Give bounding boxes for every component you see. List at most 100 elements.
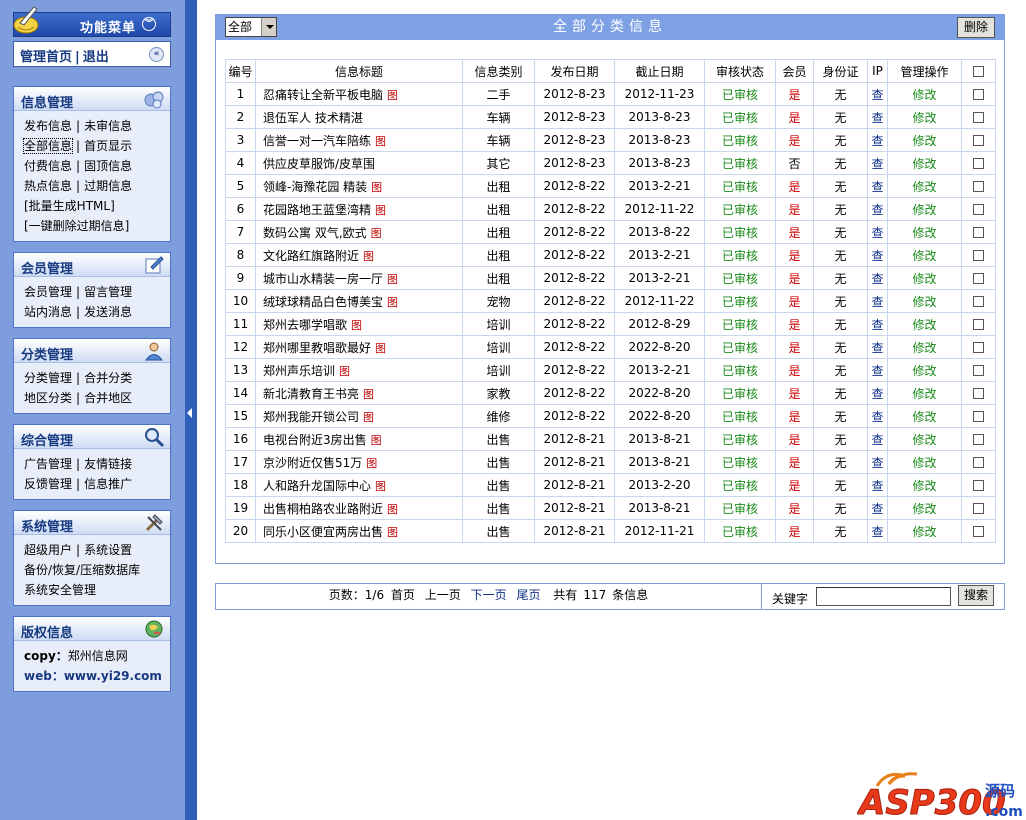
edit-link[interactable]: 修改: [912, 456, 936, 470]
row-checkbox[interactable]: [973, 250, 984, 261]
row-title-link[interactable]: 信誉一对一汽车陪练: [263, 134, 371, 148]
row-checkbox[interactable]: [973, 526, 984, 537]
backup-restore-link[interactable]: 备份/恢复/压缩数据库: [24, 563, 140, 577]
row-review-status[interactable]: 已审核: [722, 387, 758, 401]
row-member[interactable]: 是: [788, 226, 800, 240]
row-member[interactable]: 是: [788, 88, 800, 102]
send-message-link[interactable]: 发送消息: [84, 305, 132, 319]
row-member[interactable]: 是: [788, 341, 800, 355]
row-checkbox[interactable]: [973, 411, 984, 422]
row-member[interactable]: 是: [788, 203, 800, 217]
row-review-status[interactable]: 已审核: [722, 272, 758, 286]
ad-management-link[interactable]: 广告管理: [24, 457, 72, 471]
first-page-link[interactable]: 首页: [391, 588, 415, 602]
row-title-link[interactable]: 郑州哪里教唱歌最好: [263, 341, 371, 355]
row-review-status[interactable]: 已审核: [722, 134, 758, 148]
prev-page-link[interactable]: 上一页: [425, 588, 461, 602]
row-review-status[interactable]: 已审核: [722, 456, 758, 470]
view-ip-link[interactable]: 查: [871, 433, 883, 447]
row-review-status[interactable]: 已审核: [722, 364, 758, 378]
row-title-link[interactable]: 数码公寓 双气,欧式: [263, 226, 367, 240]
region-category-link[interactable]: 地区分类: [24, 391, 72, 405]
sidebar-toggle-bar[interactable]: [185, 0, 197, 820]
row-member[interactable]: 是: [788, 433, 800, 447]
row-title-link[interactable]: 领峰-海豫花园 精装: [263, 180, 367, 194]
row-title-link[interactable]: 新北清教育王书亮: [263, 387, 359, 401]
view-ip-link[interactable]: 查: [871, 387, 883, 401]
image-marker[interactable]: 图: [387, 526, 398, 539]
view-ip-link[interactable]: 查: [871, 88, 883, 102]
publish-info-link[interactable]: 发布信息: [24, 119, 72, 133]
row-checkbox[interactable]: [973, 319, 984, 330]
category-management-link[interactable]: 分类管理: [24, 371, 72, 385]
row-checkbox[interactable]: [973, 158, 984, 169]
image-marker[interactable]: 图: [387, 503, 398, 516]
image-marker[interactable]: 图: [387, 296, 398, 309]
edit-link[interactable]: 修改: [912, 433, 936, 447]
row-checkbox[interactable]: [973, 204, 984, 215]
row-checkbox[interactable]: [973, 388, 984, 399]
row-review-status[interactable]: 已审核: [722, 502, 758, 516]
view-ip-link[interactable]: 查: [871, 134, 883, 148]
system-security-link[interactable]: 系统安全管理: [24, 583, 96, 597]
view-ip-link[interactable]: 查: [871, 364, 883, 378]
row-review-status[interactable]: 已审核: [722, 111, 758, 125]
last-page-link[interactable]: 尾页: [516, 588, 540, 602]
row-title-link[interactable]: 同乐小区便宜两房出售: [263, 525, 383, 539]
row-member[interactable]: 是: [788, 249, 800, 263]
row-checkbox[interactable]: [973, 273, 984, 284]
row-review-status[interactable]: 已审核: [722, 525, 758, 539]
edit-link[interactable]: 修改: [912, 318, 936, 332]
view-ip-link[interactable]: 查: [871, 525, 883, 539]
feedback-management-link[interactable]: 反馈管理: [24, 477, 72, 491]
edit-link[interactable]: 修改: [912, 387, 936, 401]
image-marker[interactable]: 图: [375, 480, 386, 493]
admin-home-link[interactable]: 管理首页: [20, 50, 72, 65]
row-title-link[interactable]: 郑州我能开锁公司: [263, 410, 359, 424]
delete-button[interactable]: 删除: [957, 17, 995, 38]
delete-expired-link[interactable]: [一键删除过期信息]: [24, 219, 129, 233]
row-title-link[interactable]: 城市山水精装一房一厅: [263, 272, 383, 286]
row-checkbox[interactable]: [973, 227, 984, 238]
image-marker[interactable]: 图: [371, 227, 382, 240]
collapse-left-icon[interactable]: «: [149, 47, 164, 62]
view-ip-link[interactable]: 查: [871, 479, 883, 493]
view-ip-link[interactable]: 查: [871, 456, 883, 470]
image-marker[interactable]: 图: [375, 342, 386, 355]
hot-info-link[interactable]: 热点信息: [24, 179, 72, 193]
row-checkbox[interactable]: [973, 457, 984, 468]
row-review-status[interactable]: 已审核: [722, 249, 758, 263]
row-title-link[interactable]: 供应皮草服饰/皮草围: [263, 157, 375, 171]
edit-link[interactable]: 修改: [912, 157, 936, 171]
row-member[interactable]: 是: [788, 134, 800, 148]
image-marker[interactable]: 图: [387, 89, 398, 102]
image-marker[interactable]: 图: [366, 457, 377, 470]
edit-link[interactable]: 修改: [912, 364, 936, 378]
image-marker[interactable]: 图: [387, 273, 398, 286]
view-ip-link[interactable]: 查: [871, 410, 883, 424]
batch-generate-html-link[interactable]: [批量生成HTML]: [24, 199, 115, 213]
row-review-status[interactable]: 已审核: [722, 203, 758, 217]
row-checkbox[interactable]: [973, 342, 984, 353]
row-title-link[interactable]: 人和路升龙国际中心: [263, 479, 371, 493]
system-settings-link[interactable]: 系统设置: [84, 543, 132, 557]
category-filter-select[interactable]: 全部: [225, 17, 277, 37]
edit-link[interactable]: 修改: [912, 502, 936, 516]
edit-link[interactable]: 修改: [912, 226, 936, 240]
row-checkbox[interactable]: [973, 112, 984, 123]
edit-link[interactable]: 修改: [912, 203, 936, 217]
next-page-link[interactable]: 下一页: [471, 588, 507, 602]
edit-link[interactable]: 修改: [912, 111, 936, 125]
image-marker[interactable]: 图: [375, 204, 386, 217]
merge-category-link[interactable]: 合并分类: [84, 371, 132, 385]
row-checkbox[interactable]: [973, 135, 984, 146]
view-ip-link[interactable]: 查: [871, 318, 883, 332]
image-marker[interactable]: 图: [371, 434, 382, 447]
image-marker[interactable]: 图: [363, 388, 374, 401]
edit-link[interactable]: 修改: [912, 525, 936, 539]
row-title-link[interactable]: 电视台附近3房出售: [263, 433, 367, 447]
row-review-status[interactable]: 已审核: [722, 479, 758, 493]
row-review-status[interactable]: 已审核: [722, 157, 758, 171]
view-ip-link[interactable]: 查: [871, 157, 883, 171]
row-checkbox[interactable]: [973, 503, 984, 514]
